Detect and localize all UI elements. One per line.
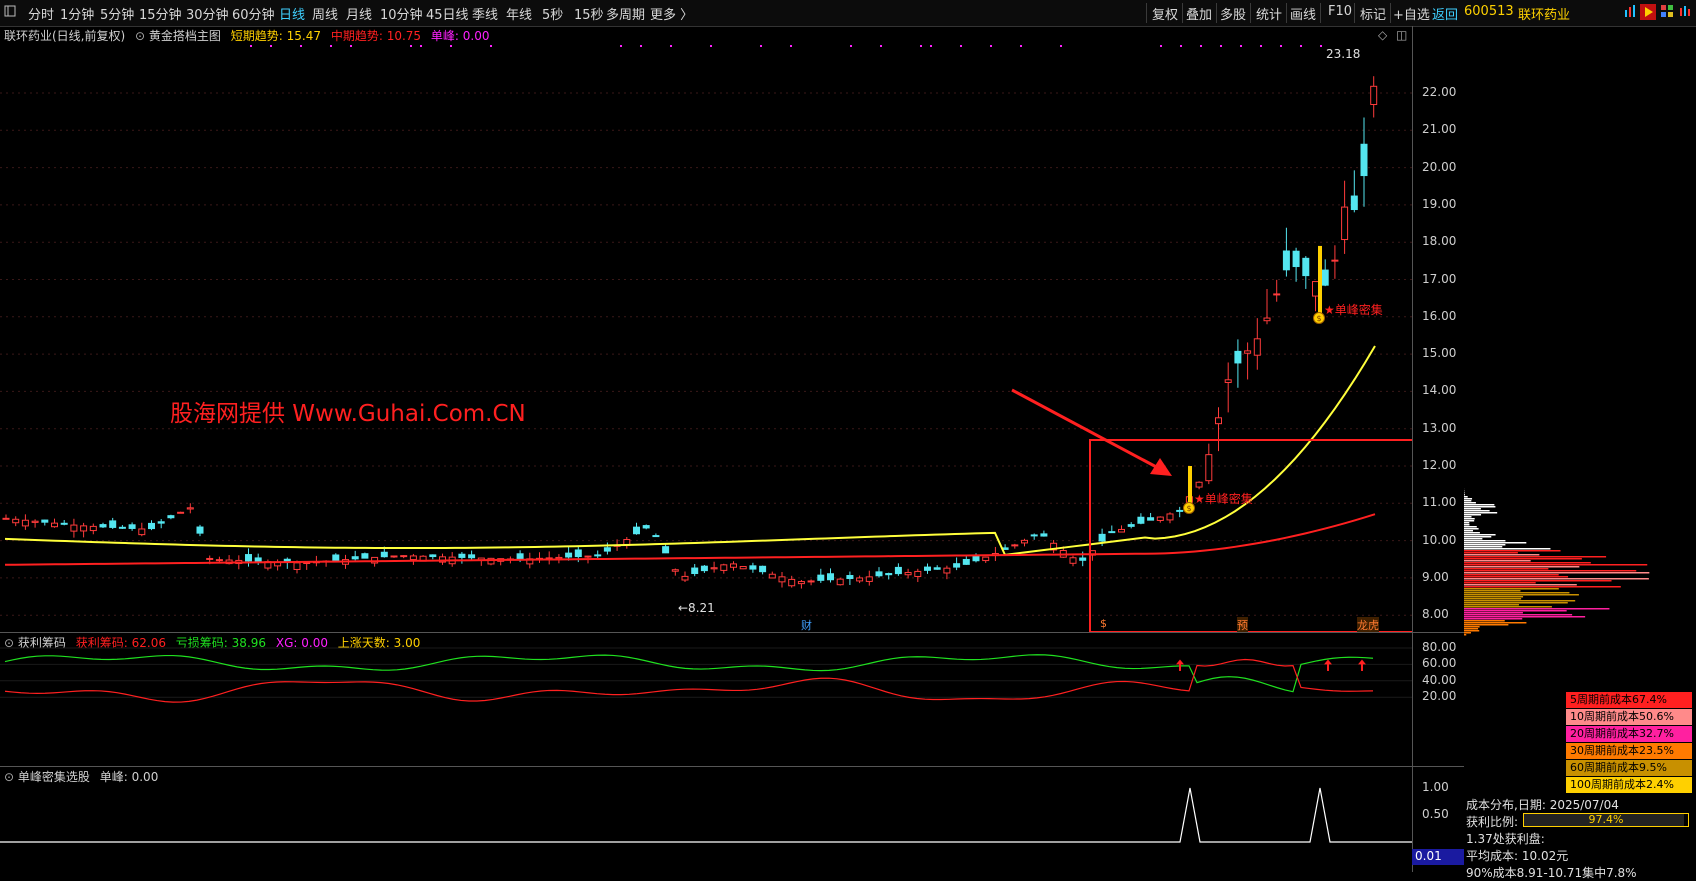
- toolbar: 分时 1分钟 5分钟 15分钟 30分钟 60分钟 日线 周线 月线 10分钟 …: [0, 0, 1696, 27]
- period-tab[interactable]: 年线: [506, 4, 532, 23]
- stock-code: 600513: [1464, 4, 1514, 19]
- y-tick-label: 17.00: [1422, 272, 1456, 286]
- avg-cost-label: 平均成本:: [1466, 849, 1518, 863]
- play-icon[interactable]: [1640, 4, 1656, 24]
- period-tab[interactable]: 15分钟: [139, 4, 182, 23]
- period-tab[interactable]: 月线: [346, 4, 372, 23]
- chart-type-icon[interactable]: [1678, 4, 1692, 22]
- dragon-tiger-marker[interactable]: 龙虎: [1357, 617, 1379, 633]
- cost-date-value: 2025/07/04: [1550, 798, 1619, 812]
- y-tick-label: 60.00: [1422, 656, 1456, 670]
- cost-legend-item: 30周期前成本23.5%: [1566, 743, 1692, 759]
- y-tick-label: 12.00: [1422, 458, 1456, 472]
- draw-line-button[interactable]: 画线: [1290, 4, 1316, 23]
- period-tab[interactable]: 分时: [28, 4, 54, 23]
- overlay-button[interactable]: 叠加: [1186, 4, 1212, 23]
- cost-legend-item: 10周期前成本50.6%: [1566, 709, 1692, 725]
- candlestick-chart[interactable]: [0, 26, 1412, 632]
- period-tab[interactable]: 5分钟: [100, 4, 134, 23]
- y-tick-label: 8.00: [1422, 607, 1449, 621]
- cost-legend-item: 5周期前成本67.4%: [1566, 692, 1692, 708]
- period-tab[interactable]: 多周期: [606, 4, 645, 23]
- more-periods-button[interactable]: 更多 〉: [650, 4, 693, 23]
- mark-button[interactable]: 标记: [1360, 4, 1386, 23]
- profit-ratio-bar: 97.4%: [1523, 813, 1689, 827]
- cost-legend-item: 20周期前成本32.7%: [1566, 726, 1692, 742]
- y-tick-label: 10.00: [1422, 533, 1456, 547]
- period-tab[interactable]: 30分钟: [186, 4, 229, 23]
- y-tick-label: 11.00: [1422, 495, 1456, 509]
- dollar-marker[interactable]: $: [1100, 617, 1107, 630]
- svg-text:$: $: [1186, 504, 1191, 513]
- finance-marker[interactable]: 财: [801, 617, 812, 633]
- profit-ratio-value: 97.4%: [1524, 813, 1688, 826]
- axis-divider: [1412, 26, 1413, 872]
- low-price-label: ←8.21: [678, 601, 715, 615]
- back-button[interactable]: 返回: [1432, 4, 1458, 23]
- cost-distribution-histogram: [1464, 488, 1696, 636]
- profit-ratio-label: 获利比例:: [1466, 815, 1518, 829]
- y-tick-label: 18.00: [1422, 234, 1456, 248]
- y-tick-label: 20.00: [1422, 160, 1456, 174]
- f10-button[interactable]: F10: [1328, 4, 1352, 19]
- cost-range: 90%成本8.91-10.71集中7.8%: [1466, 864, 1637, 881]
- profit-chips-chart[interactable]: [0, 632, 1412, 766]
- y-tick-label: 40.00: [1422, 673, 1456, 687]
- period-tab[interactable]: 周线: [312, 4, 338, 23]
- single-peak-annotation: ★单峰密集: [1194, 490, 1253, 507]
- current-value-box: 0.01: [1412, 849, 1464, 865]
- cost-legend-item: 100周期前成本2.4%: [1566, 777, 1692, 793]
- fuquan-button[interactable]: 复权: [1152, 4, 1178, 23]
- y-tick-label: 19.00: [1422, 197, 1456, 211]
- cost-date: 成本分布,日期: 2025/07/04: [1466, 796, 1619, 813]
- single-peak-annotation: ★单峰密集: [1324, 301, 1383, 318]
- stats-button[interactable]: 统计: [1256, 4, 1282, 23]
- y-tick-label: 14.00: [1422, 383, 1456, 397]
- profit-ratio-row: 获利比例:: [1466, 813, 1518, 830]
- add-favorite-button[interactable]: +自选: [1393, 4, 1430, 23]
- cost-legend-item: 60周期前成本9.5%: [1566, 760, 1692, 776]
- avg-cost: 平均成本: 10.02元: [1466, 847, 1568, 864]
- period-tab[interactable]: 15秒: [574, 4, 604, 23]
- watermark-text: 股海网提供 Www.Guhai.Com.CN: [170, 394, 526, 428]
- profit-point: 1.37处获利盘:: [1466, 830, 1545, 847]
- y-tick-label: 20.00: [1422, 689, 1456, 703]
- period-tab[interactable]: 季线: [472, 4, 498, 23]
- y-tick-label: 0.50: [1422, 807, 1449, 821]
- bars-icon[interactable]: [1624, 4, 1636, 22]
- y-tick-label: 9.00: [1422, 570, 1449, 584]
- cost-date-label: 成本分布,日期:: [1466, 798, 1546, 812]
- svg-text:$: $: [1316, 314, 1321, 323]
- period-tab-active[interactable]: 日线: [279, 4, 305, 23]
- y-tick-label: 22.00: [1422, 85, 1456, 99]
- single-peak-chart[interactable]: [0, 766, 1412, 872]
- period-tab[interactable]: 10分钟: [380, 4, 423, 23]
- period-tab[interactable]: 60分钟: [232, 4, 275, 23]
- period-tab[interactable]: 5秒: [542, 4, 563, 23]
- money-bag-icon: $: [1312, 310, 1326, 327]
- money-bag-icon: $: [1182, 500, 1196, 517]
- y-tick-label: 13.00: [1422, 421, 1456, 435]
- y-tick-label: 21.00: [1422, 122, 1456, 136]
- multi-stock-button[interactable]: 多股: [1220, 4, 1246, 23]
- y-tick-label: 80.00: [1422, 640, 1456, 654]
- period-tab[interactable]: 45日线: [426, 4, 469, 23]
- y-tick-label: 15.00: [1422, 346, 1456, 360]
- high-price-label: 23.18: [1326, 47, 1360, 61]
- grid-icon[interactable]: [1660, 4, 1674, 22]
- forecast-marker[interactable]: 预: [1237, 617, 1248, 633]
- y-tick-label: 16.00: [1422, 309, 1456, 323]
- stock-name: 联环药业: [1518, 4, 1570, 23]
- period-tab[interactable]: 1分钟: [60, 4, 94, 23]
- window-menu-icon[interactable]: [4, 4, 16, 22]
- avg-cost-value: 10.02元: [1522, 849, 1568, 863]
- y-tick-label: 1.00: [1422, 780, 1449, 794]
